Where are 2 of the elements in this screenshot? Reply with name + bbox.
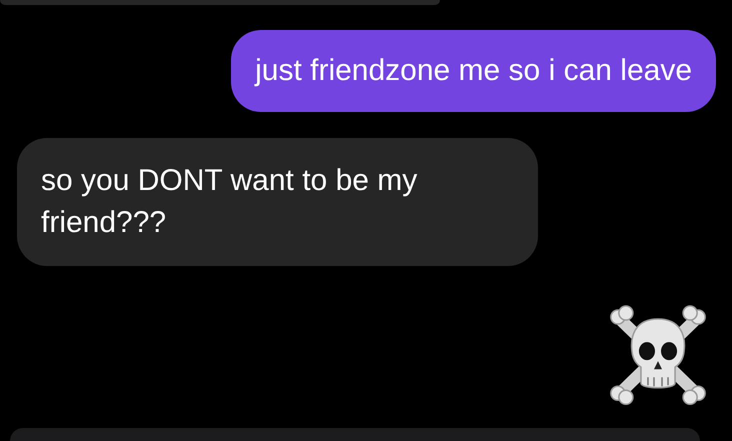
message-bubble: just friendzone me so i can leave [231,30,716,112]
message-bubble: so you DONT want to be my friend??? [17,138,538,266]
